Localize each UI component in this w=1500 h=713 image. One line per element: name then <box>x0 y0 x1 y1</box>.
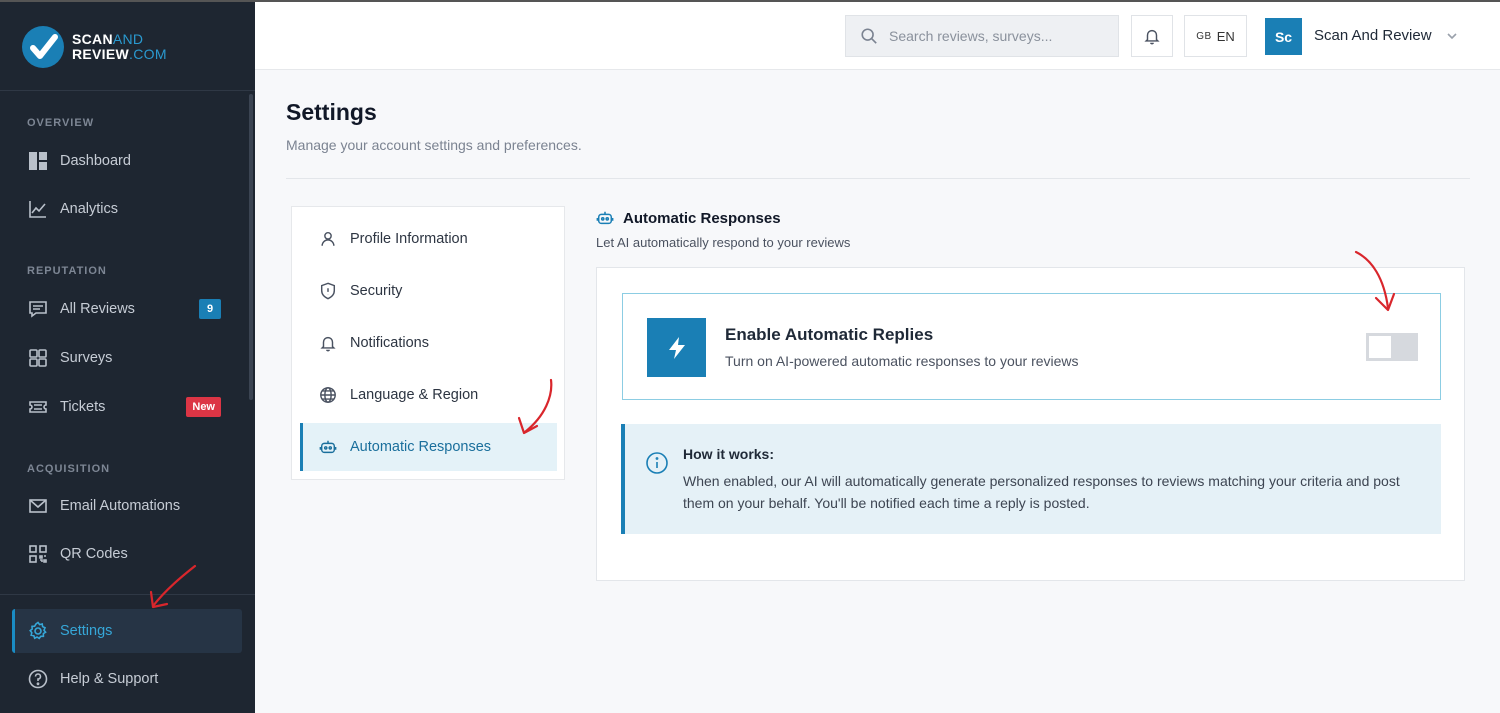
settings-tab-notifications[interactable]: Notifications <box>300 319 557 367</box>
lightning-bolt-icon <box>647 318 706 377</box>
enable-auto-replies-toggle[interactable] <box>1366 333 1418 361</box>
section-label-reputation: REPUTATION <box>27 265 107 277</box>
section-subtitle: Let AI automatically respond to your rev… <box>596 235 851 250</box>
new-badge: New <box>186 397 221 417</box>
language-code: EN <box>1216 28 1235 44</box>
user-name[interactable]: Scan And Review <box>1314 27 1432 44</box>
page-subtitle: Manage your account settings and prefere… <box>286 137 582 153</box>
info-text: When enabled, our AI will automatically … <box>683 473 1400 511</box>
top-header: GB EN Sc Scan And Review <box>255 0 1500 70</box>
toggle-knob <box>1369 336 1391 358</box>
sidebar: SCANAND REVIEW.COM OVERVIEW Dashboard An… <box>0 0 255 713</box>
search-input[interactable] <box>889 28 1109 44</box>
automatic-responses-panel: Enable Automatic Replies Turn on AI-powe… <box>596 267 1465 581</box>
settings-tab-label: Security <box>350 283 403 299</box>
help-icon <box>28 669 48 689</box>
settings-tab-profile-information[interactable]: Profile Information <box>300 215 557 263</box>
qr-code-icon <box>28 544 48 564</box>
sidebar-item-label: Dashboard <box>60 153 131 169</box>
settings-nav: Profile Information Security Notificatio… <box>291 206 565 480</box>
bell-icon <box>1144 29 1160 45</box>
section-label-acquisition: ACQUISITION <box>27 463 111 475</box>
flag-gb-icon: GB <box>1196 30 1212 42</box>
shield-icon <box>318 281 338 301</box>
page-title: Settings <box>286 99 377 125</box>
chevron-down-icon[interactable] <box>1445 29 1459 48</box>
settings-tab-label: Profile Information <box>350 231 468 247</box>
settings-tab-label: Automatic Responses <box>350 439 492 455</box>
section-heading: Automatic Responses <box>596 209 781 227</box>
settings-tab-label: Language & Region <box>350 387 479 403</box>
sidebar-item-qr-codes[interactable]: QR Codes <box>12 532 242 576</box>
dashboard-icon <box>28 151 48 171</box>
sidebar-scrollbar[interactable] <box>249 94 253 400</box>
surveys-icon <box>28 348 48 368</box>
checkmark-logo-icon <box>22 26 64 68</box>
sidebar-item-label: Surveys <box>60 350 113 366</box>
sidebar-item-label: All Reviews <box>60 301 135 317</box>
language-selector[interactable]: GB EN <box>1184 15 1247 57</box>
section-title: Automatic Responses <box>623 209 781 227</box>
sidebar-item-tickets[interactable]: Tickets New <box>12 385 242 429</box>
avatar[interactable]: Sc <box>1265 18 1302 55</box>
globe-icon <box>318 385 338 405</box>
sidebar-item-label: Tickets <box>60 399 106 415</box>
analytics-icon <box>28 199 48 219</box>
enable-auto-replies-card: Enable Automatic Replies Turn on AI-powe… <box>622 293 1441 400</box>
sidebar-item-email-automations[interactable]: Email Automations <box>12 484 242 528</box>
robot-icon <box>596 211 614 225</box>
gear-icon <box>28 621 48 641</box>
toggle-description: Turn on AI-powered automatic responses t… <box>725 353 1079 369</box>
search-bar[interactable] <box>845 15 1119 57</box>
toggle-title: Enable Automatic Replies <box>725 325 934 344</box>
user-icon <box>318 229 338 249</box>
divider <box>0 90 255 91</box>
section-label-overview: OVERVIEW <box>27 117 95 129</box>
divider <box>286 178 1470 179</box>
sidebar-item-label: Settings <box>60 623 113 639</box>
brand-wordmark: SCANAND REVIEW.COM <box>72 31 167 62</box>
info-title: How it works: <box>683 446 775 462</box>
how-it-works-info-box: How it works: When enabled, our AI will … <box>621 424 1441 534</box>
divider <box>0 594 255 595</box>
settings-tab-security[interactable]: Security <box>300 267 557 315</box>
brand-logo[interactable]: SCANAND REVIEW.COM <box>22 26 167 68</box>
reviews-count-badge: 9 <box>199 299 221 319</box>
sidebar-item-dashboard[interactable]: Dashboard <box>12 139 242 183</box>
sidebar-item-analytics[interactable]: Analytics <box>12 187 242 231</box>
search-icon <box>861 28 877 44</box>
mail-icon <box>28 496 48 516</box>
reviews-icon <box>28 299 48 319</box>
sidebar-item-all-reviews[interactable]: All Reviews 9 <box>12 287 242 331</box>
settings-tab-language-region[interactable]: Language & Region <box>300 371 557 419</box>
sidebar-item-surveys[interactable]: Surveys <box>12 336 242 380</box>
ticket-icon <box>28 397 48 417</box>
notifications-button[interactable] <box>1131 15 1173 57</box>
settings-tab-automatic-responses[interactable]: Automatic Responses <box>300 423 557 471</box>
sidebar-item-settings[interactable]: Settings <box>12 609 242 653</box>
sidebar-item-help-support[interactable]: Help & Support <box>12 657 242 701</box>
info-icon <box>645 451 669 480</box>
bell-icon <box>318 333 338 353</box>
settings-tab-label: Notifications <box>350 335 429 351</box>
sidebar-item-label: QR Codes <box>60 546 128 562</box>
robot-icon <box>318 437 338 457</box>
sidebar-item-label: Analytics <box>60 201 119 217</box>
sidebar-item-label: Help & Support <box>60 671 159 687</box>
sidebar-item-label: Email Automations <box>60 498 181 514</box>
